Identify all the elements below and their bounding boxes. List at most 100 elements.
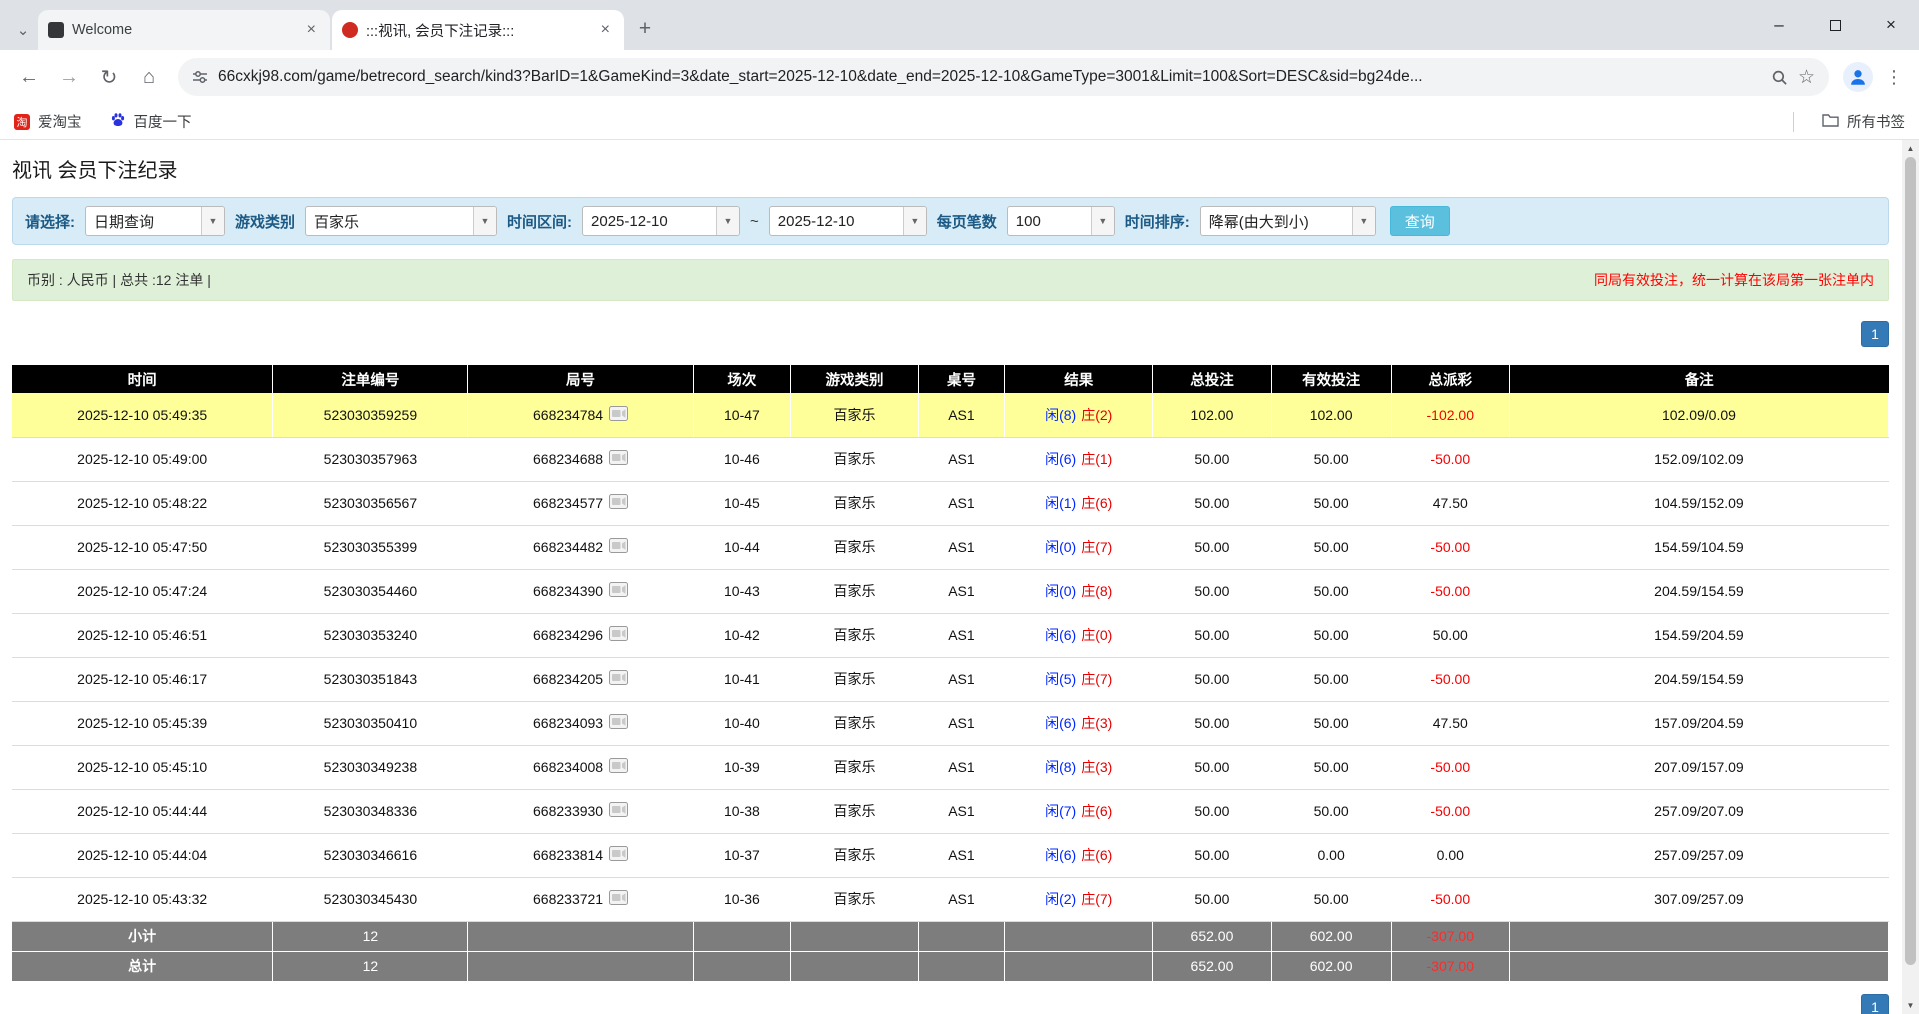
scrollbar-thumb[interactable] — [1905, 157, 1916, 965]
table-row: 2025-12-10 05:45:39 523030350410 6682340… — [12, 701, 1889, 745]
cell-time: 2025-12-10 05:49:35 — [12, 393, 273, 437]
tab-search-button[interactable]: ⌄ — [8, 10, 38, 50]
close-button[interactable]: × — [1863, 0, 1919, 50]
scroll-up-icon[interactable]: ▲ — [1902, 140, 1919, 157]
profile-avatar[interactable] — [1843, 62, 1873, 92]
bookmark-taobao[interactable]: 淘 爱淘宝 — [14, 111, 82, 132]
minimize-button[interactable]: – — [1751, 0, 1807, 50]
address-bar[interactable]: 66cxkj98.com/game/betrecord_search/kind3… — [178, 58, 1829, 96]
date-start-select[interactable]: 2025-12-10 ▼ — [582, 206, 740, 236]
cell-round-number: 668234093 — [468, 701, 693, 745]
replay-icon[interactable] — [609, 846, 628, 864]
cell-total-bet[interactable]: 50.00 — [1153, 481, 1271, 525]
bookmark-star-icon[interactable]: ☆ — [1798, 66, 1815, 89]
cell-total-bet[interactable]: 50.00 — [1153, 745, 1271, 789]
tab-close-icon[interactable]: × — [597, 21, 614, 39]
tab-favicon — [342, 22, 358, 38]
cell-round-number: 668234205 — [468, 657, 693, 701]
all-bookmarks-button[interactable]: 所有书签 — [1822, 111, 1905, 132]
cell-result: 闲(5)庄(7) — [1005, 657, 1153, 701]
home-button[interactable]: ⌂ — [130, 58, 168, 96]
cell-total-bet[interactable]: 50.00 — [1153, 789, 1271, 833]
column-header: 有效投注 — [1271, 365, 1391, 393]
chevron-down-icon[interactable]: ▼ — [903, 207, 926, 235]
replay-icon[interactable] — [609, 758, 628, 776]
cell-session: 10-36 — [693, 877, 791, 921]
tab-close-icon[interactable]: × — [303, 21, 320, 39]
cell-total-bet[interactable]: 50.00 — [1153, 877, 1271, 921]
new-tab-button[interactable]: + — [630, 14, 660, 44]
cell-session: 10-38 — [693, 789, 791, 833]
cell-game-category: 百家乐 — [791, 613, 919, 657]
tab-welcome[interactable]: Welcome × — [38, 10, 330, 50]
cell-total-bet[interactable]: 50.00 — [1153, 657, 1271, 701]
cell-session: 10-40 — [693, 701, 791, 745]
site-info-icon[interactable] — [192, 69, 208, 85]
chevron-down-icon[interactable]: ▼ — [1352, 207, 1375, 235]
replay-icon[interactable] — [609, 890, 628, 908]
taobao-icon: 淘 — [14, 114, 30, 130]
forward-button[interactable]: → — [50, 58, 88, 96]
reload-icon: ↻ — [101, 65, 118, 90]
replay-icon[interactable] — [609, 538, 628, 556]
chevron-down-icon[interactable]: ▼ — [716, 207, 739, 235]
replay-icon[interactable] — [609, 450, 628, 468]
cell-game-category: 百家乐 — [791, 393, 919, 437]
cell-time: 2025-12-10 05:43:32 — [12, 877, 273, 921]
cell-payout: -50.00 — [1391, 877, 1509, 921]
cell-payout: 47.50 — [1391, 701, 1509, 745]
back-button[interactable]: ← — [10, 58, 48, 96]
sort-label: 时间排序: — [1125, 211, 1190, 232]
replay-icon[interactable] — [609, 406, 628, 424]
cell-total-bet[interactable]: 102.00 — [1153, 393, 1271, 437]
url-text[interactable]: 66cxkj98.com/game/betrecord_search/kind3… — [218, 68, 1761, 86]
zoom-icon[interactable] — [1771, 69, 1788, 86]
round-number: 668233930 — [533, 803, 603, 819]
chevron-down-icon[interactable]: ▼ — [1091, 207, 1114, 235]
game-category-select[interactable]: 百家乐 ▼ — [305, 206, 497, 236]
browser-menu-button[interactable]: ⋮ — [1879, 58, 1909, 96]
cell-payout: 47.50 — [1391, 481, 1509, 525]
cell-time: 2025-12-10 05:46:51 — [12, 613, 273, 657]
tab-title: :::视讯, 会员下注记录::: — [366, 20, 589, 41]
search-button[interactable]: 查询 — [1390, 206, 1450, 236]
bookmark-baidu[interactable]: 百度一下 — [110, 111, 192, 132]
cell-bet-number: 523030355399 — [273, 525, 468, 569]
filter-bar: 请选择: 日期查询 ▼ 游戏类别 百家乐 ▼ 时间区间: 2025-12-10 … — [12, 197, 1889, 245]
cell-payout: -50.00 — [1391, 525, 1509, 569]
replay-icon[interactable] — [609, 626, 628, 644]
cell-total-bet[interactable]: 50.00 — [1153, 525, 1271, 569]
summary-bar: 币别 : 人民币 | 总共 :12 注单 | 同局有效投注，统一计算在该局第一张… — [12, 259, 1889, 301]
replay-icon[interactable] — [609, 714, 628, 732]
result-banker: 庄(7) — [1081, 891, 1112, 907]
page-number-button[interactable]: 1 — [1861, 321, 1889, 347]
cell-time: 2025-12-10 05:48:22 — [12, 481, 273, 525]
sort-select[interactable]: 降幂(由大到小) ▼ — [1200, 206, 1376, 236]
maximize-button[interactable] — [1807, 0, 1863, 50]
page-size-select[interactable]: 100 ▼ — [1007, 206, 1115, 236]
footer-total-bet: 652.00 — [1153, 921, 1271, 951]
result-banker: 庄(8) — [1081, 583, 1112, 599]
bookmark-label: 百度一下 — [134, 111, 192, 132]
query-type-select[interactable]: 日期查询 ▼ — [85, 206, 225, 236]
footer-label: 总计 — [12, 951, 273, 981]
cell-total-bet[interactable]: 50.00 — [1153, 701, 1271, 745]
page-scrollbar[interactable]: ▲ ▼ — [1902, 140, 1919, 1014]
page-number-button[interactable]: 1 — [1861, 994, 1889, 1014]
replay-icon[interactable] — [609, 802, 628, 820]
replay-icon[interactable] — [609, 670, 628, 688]
result-banker: 庄(3) — [1081, 759, 1112, 775]
reload-button[interactable]: ↻ — [90, 58, 128, 96]
chevron-down-icon[interactable]: ▼ — [201, 207, 224, 235]
cell-total-bet[interactable]: 50.00 — [1153, 833, 1271, 877]
date-end-select[interactable]: 2025-12-10 ▼ — [769, 206, 927, 236]
replay-icon[interactable] — [609, 494, 628, 512]
result-banker: 庄(6) — [1081, 495, 1112, 511]
tab-bet-records[interactable]: :::视讯, 会员下注记录::: × — [332, 10, 624, 50]
cell-total-bet[interactable]: 50.00 — [1153, 613, 1271, 657]
chevron-down-icon[interactable]: ▼ — [473, 207, 496, 235]
cell-total-bet[interactable]: 50.00 — [1153, 437, 1271, 481]
replay-icon[interactable] — [609, 582, 628, 600]
cell-total-bet[interactable]: 50.00 — [1153, 569, 1271, 613]
scroll-down-icon[interactable]: ▼ — [1902, 997, 1919, 1014]
